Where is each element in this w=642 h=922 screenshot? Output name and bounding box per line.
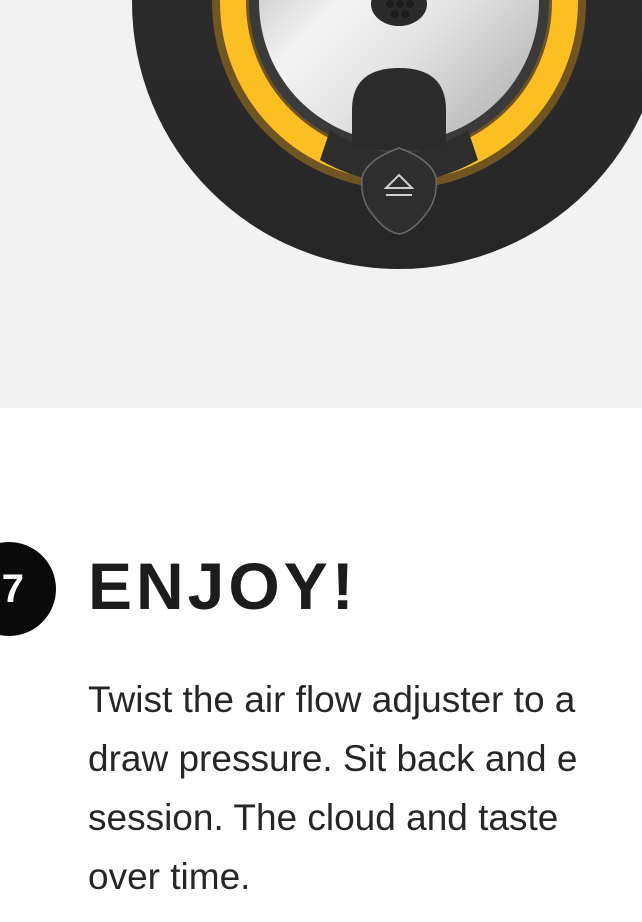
- device-tongue: [352, 68, 446, 150]
- device-svg: [132, 0, 642, 269]
- page: 7 ENJOY! Twist the air flow adjuster to …: [0, 0, 642, 922]
- device-illustration: [0, 0, 642, 408]
- step-description-line: draw pressure. Sit back and e: [88, 738, 578, 779]
- step-description-line: session. The cloud and taste: [88, 797, 559, 838]
- step-description-line: over time.: [88, 856, 251, 897]
- step-title: ENJOY!: [88, 549, 358, 623]
- step-description-line: Twist the air flow adjuster to a: [88, 679, 576, 720]
- step-description: Twist the air flow adjuster to a draw pr…: [88, 670, 642, 906]
- step-number: 7: [1, 566, 24, 611]
- step-number-badge: 7: [0, 542, 56, 636]
